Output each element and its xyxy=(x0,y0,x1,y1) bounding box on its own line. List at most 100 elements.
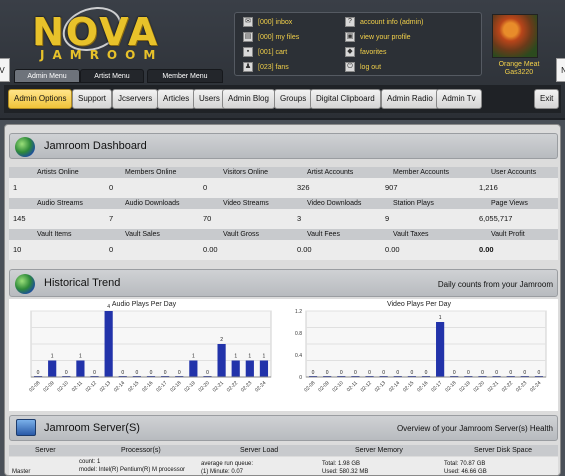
jcservers-button[interactable]: Jcservers xyxy=(112,89,159,109)
inbox-icon: ✉ xyxy=(243,17,253,28)
bar-value-label: 1 xyxy=(248,354,251,360)
bar xyxy=(104,311,113,377)
favorites-link-label: favorites xyxy=(360,49,387,56)
stat-value: 0.00 xyxy=(297,245,312,254)
stat-value: 7 xyxy=(109,214,114,223)
y-tick-label: 1.2 xyxy=(295,309,302,315)
user-avatar[interactable] xyxy=(492,14,538,58)
bar-value-label: 1 xyxy=(192,354,195,360)
tab-admin-menu[interactable]: Admin Menu xyxy=(14,69,80,83)
groups-button[interactable]: Groups xyxy=(274,89,313,109)
exit-button[interactable]: Exit xyxy=(534,89,560,109)
stat-value: 10 xyxy=(13,245,22,254)
bar-value-label: 0 xyxy=(150,370,153,376)
avatar-caption[interactable]: Orange Meat Gas3220 xyxy=(488,61,550,77)
col-server-load: Server Load xyxy=(240,447,279,454)
admin-blog-button[interactable]: Admin Blog xyxy=(222,89,275,109)
bar-value-label: 0 xyxy=(178,370,181,376)
users-button[interactable]: Users xyxy=(193,89,226,109)
stat-label: Vault Sales xyxy=(125,231,160,238)
bar-value-label: 0 xyxy=(121,370,124,376)
bar xyxy=(189,360,198,377)
stat-label: Visitors Online xyxy=(223,169,269,176)
stat-value-row: 1 0 0 326 907 1,216 xyxy=(9,178,558,198)
load-label: average run queue: xyxy=(201,461,254,467)
bar-value-label: 0 xyxy=(354,370,357,376)
x-tick-label: 02-18 xyxy=(169,380,182,393)
digital-clipboard-button[interactable]: Digital Clipboard xyxy=(310,89,381,109)
stat-label: Vault Gross xyxy=(223,231,260,238)
stat-value: 9 xyxy=(385,214,390,223)
admin-radio-button[interactable]: Admin Radio xyxy=(381,89,439,109)
x-tick-label: 02-18 xyxy=(444,380,457,393)
x-tick-label: 02-23 xyxy=(515,380,528,393)
bar-value-label: 0 xyxy=(164,370,167,376)
left-edge-tab[interactable]: V xyxy=(0,58,10,82)
stat-value: 1 xyxy=(13,183,18,192)
support-button[interactable]: Support xyxy=(72,89,113,109)
dashboard-title: Jamroom Dashboard xyxy=(44,140,147,152)
inbox-link[interactable]: ✉ [000] inbox xyxy=(243,17,292,29)
cart-icon: ▪ xyxy=(243,47,253,58)
account-info-link[interactable]: ? account info (admin) xyxy=(345,17,423,29)
fans-link[interactable]: ♟ [023] fans xyxy=(243,62,289,74)
video-plays-chart: 00.40.81.2002-08002-09002-10002-11002-12… xyxy=(295,309,547,393)
dashboard-stats: Artists Online Members Online Visitors Onl… xyxy=(9,167,558,260)
site-header: NOVA JAMROOM ✉ [000] inbox ▤ [000] my file… xyxy=(0,0,565,120)
stat-label: Audio Downloads xyxy=(125,200,180,207)
bar-value-label: 0 xyxy=(538,370,541,376)
articles-button[interactable]: Articles xyxy=(157,89,196,109)
view-profile-link[interactable]: ▣ view your profile xyxy=(345,32,411,44)
audio-plays-chart: 002-08102-09002-10102-11002-12402-13002-… xyxy=(28,304,272,393)
x-tick-label: 02-23 xyxy=(240,380,253,393)
stat-value: 0.00 xyxy=(385,245,400,254)
bar xyxy=(76,360,85,377)
right-edge-tab[interactable]: N xyxy=(556,58,565,82)
stat-label: Video Downloads xyxy=(307,200,362,207)
favorites-icon: ◆ xyxy=(345,47,355,58)
x-tick-label: 02-11 xyxy=(71,380,84,393)
stat-label: User Accounts xyxy=(491,169,537,176)
stat-label: Vault Profit xyxy=(491,231,525,238)
stat-value: 70 xyxy=(203,214,212,223)
logo-subword: JAMROOM xyxy=(40,48,164,62)
my-files-link[interactable]: ▤ [000] my files xyxy=(243,32,299,44)
bar xyxy=(259,360,269,377)
bar-value-label: 0 xyxy=(368,370,371,376)
col-server: Server xyxy=(35,447,56,454)
favorites-link[interactable]: ◆ favorites xyxy=(345,47,386,59)
servers-title: Jamroom Server(S) xyxy=(44,422,140,434)
cart-link[interactable]: ▪ [001] cart xyxy=(243,47,287,59)
x-tick-label: 02-24 xyxy=(254,380,267,393)
monitor-icon xyxy=(16,419,36,436)
main-content: Jamroom Dashboard Artists Online Members … xyxy=(4,124,561,476)
bar-value-label: 0 xyxy=(396,370,399,376)
x-tick-label: 02-24 xyxy=(529,380,542,393)
x-tick-label: 02-22 xyxy=(501,380,514,393)
x-tick-label: 02-08 xyxy=(303,380,316,393)
admin-tv-button[interactable]: Admin Tv xyxy=(436,89,482,109)
stat-label: Video Streams xyxy=(223,200,269,207)
bar-value-label: 0 xyxy=(495,370,498,376)
x-tick-label: 02-14 xyxy=(388,380,401,393)
processor-model: model: Intel(R) Pentium(R) M processor xyxy=(79,467,186,473)
tab-artist-menu[interactable]: Artist Menu xyxy=(80,69,144,83)
x-tick-label: 02-08 xyxy=(28,380,41,393)
col-disk-space: Server Disk Space xyxy=(474,447,532,454)
servers-column-headers: Server Processor(s) Server Load Server M… xyxy=(9,445,558,456)
fans-icon: ♟ xyxy=(243,62,253,73)
admin-options-button[interactable]: Admin Options xyxy=(8,89,73,109)
inbox-link-label: [000] inbox xyxy=(258,19,293,26)
jamroom-nova-logo[interactable]: NOVA JAMROOM xyxy=(22,0,192,62)
disk-used: Used: 46.66 GB xyxy=(444,469,487,475)
bar-value-label: 0 xyxy=(206,370,209,376)
x-tick-label: 02-16 xyxy=(416,380,429,393)
stat-value: 145 xyxy=(13,214,26,223)
x-tick-label: 02-11 xyxy=(346,380,359,393)
stat-label: Artist Accounts xyxy=(307,169,354,176)
bar-value-label: 0 xyxy=(93,370,96,376)
tab-member-menu[interactable]: Member Menu xyxy=(147,69,223,83)
logout-link[interactable]: ⏻ log out xyxy=(345,62,381,74)
load-minute: (1) Minute: 0.07 xyxy=(201,469,244,475)
server-row-master: Master count: 1 model: Intel(R) Pentium(… xyxy=(9,457,558,475)
